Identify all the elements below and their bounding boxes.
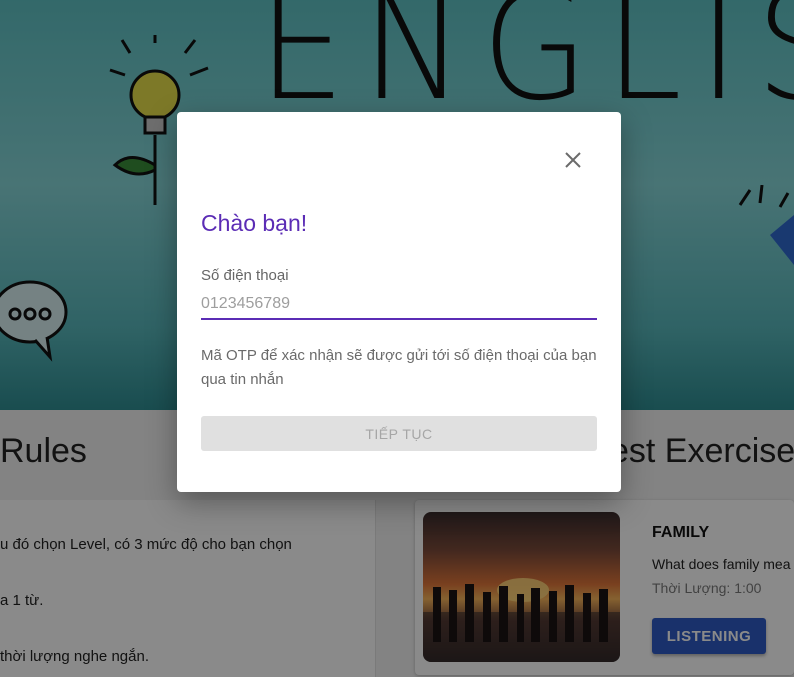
otp-note: Mã OTP để xác nhận sẽ được gửi tới số đi…: [201, 347, 597, 388]
continue-button[interactable]: TIẾP TỤC: [201, 416, 597, 451]
login-dialog: Chào bạn! Số điện thoại Mã OTP để xác nh…: [177, 112, 621, 492]
phone-input[interactable]: [201, 290, 597, 320]
close-button[interactable]: [560, 147, 586, 173]
phone-field-label: Số điện thoại: [201, 267, 289, 284]
dialog-title: Chào bạn!: [201, 210, 308, 236]
close-icon: [565, 152, 581, 168]
